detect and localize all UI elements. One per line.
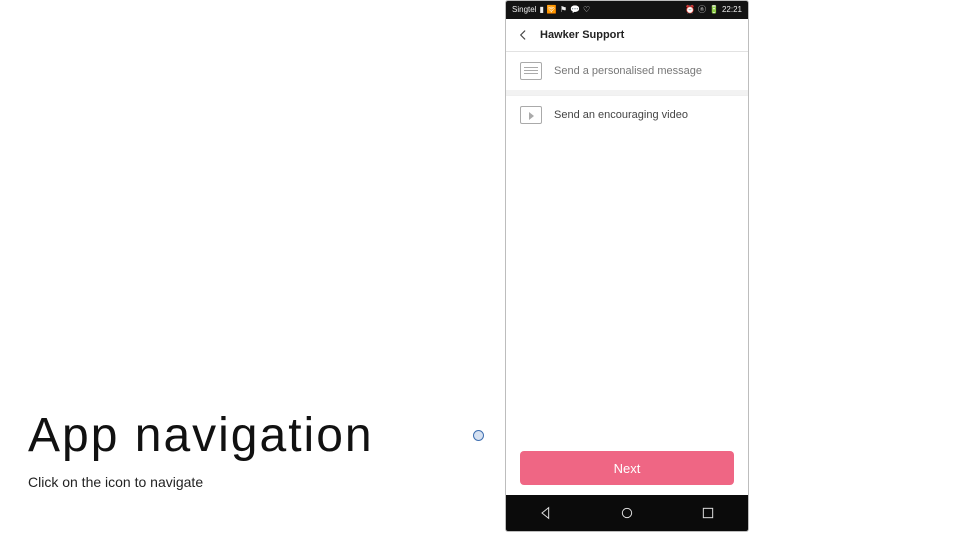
slide-subtitle: Click on the icon to navigate [28, 474, 203, 490]
wifi-icon: 🛜 [547, 6, 557, 14]
slide-title: App navigation [28, 408, 374, 463]
heart-icon: ♡ [583, 6, 590, 14]
android-navbar [506, 495, 748, 531]
option-video[interactable]: Send an encouraging video [506, 96, 748, 134]
status-bar: Singtel ▮ 🛜 ⚑ 💬 ♡ ⏰ ⓝ 🔋 22:21 [506, 1, 748, 19]
content-area [506, 134, 748, 441]
nav-recent-icon[interactable] [700, 505, 716, 521]
next-button[interactable]: Next [520, 451, 734, 485]
back-icon[interactable] [516, 28, 530, 42]
app-header: Hawker Support [506, 19, 748, 51]
phone-mockup: Singtel ▮ 🛜 ⚑ 💬 ♡ ⏰ ⓝ 🔋 22:21 Hawker Sup… [505, 0, 749, 532]
volte-icon: ⚑ [560, 6, 567, 14]
nfc-icon: ⓝ [698, 6, 706, 14]
carrier-label: Singtel [512, 6, 536, 14]
battery-icon: 🔋 [709, 6, 719, 14]
alarm-icon: ⏰ [685, 6, 695, 14]
clock-label: 22:21 [722, 6, 742, 14]
nav-home-icon[interactable] [619, 505, 635, 521]
video-icon [520, 106, 542, 124]
nav-back-icon[interactable] [538, 505, 554, 521]
whatsapp-icon: 💬 [570, 6, 580, 14]
option-label: Send a personalised message [554, 65, 702, 77]
option-label: Send an encouraging video [554, 109, 688, 121]
page-title: Hawker Support [540, 29, 624, 41]
message-icon [520, 62, 542, 80]
option-message[interactable]: Send a personalised message [506, 52, 748, 90]
signal-icon: ▮ [539, 6, 543, 14]
bullet-dot [473, 430, 484, 441]
